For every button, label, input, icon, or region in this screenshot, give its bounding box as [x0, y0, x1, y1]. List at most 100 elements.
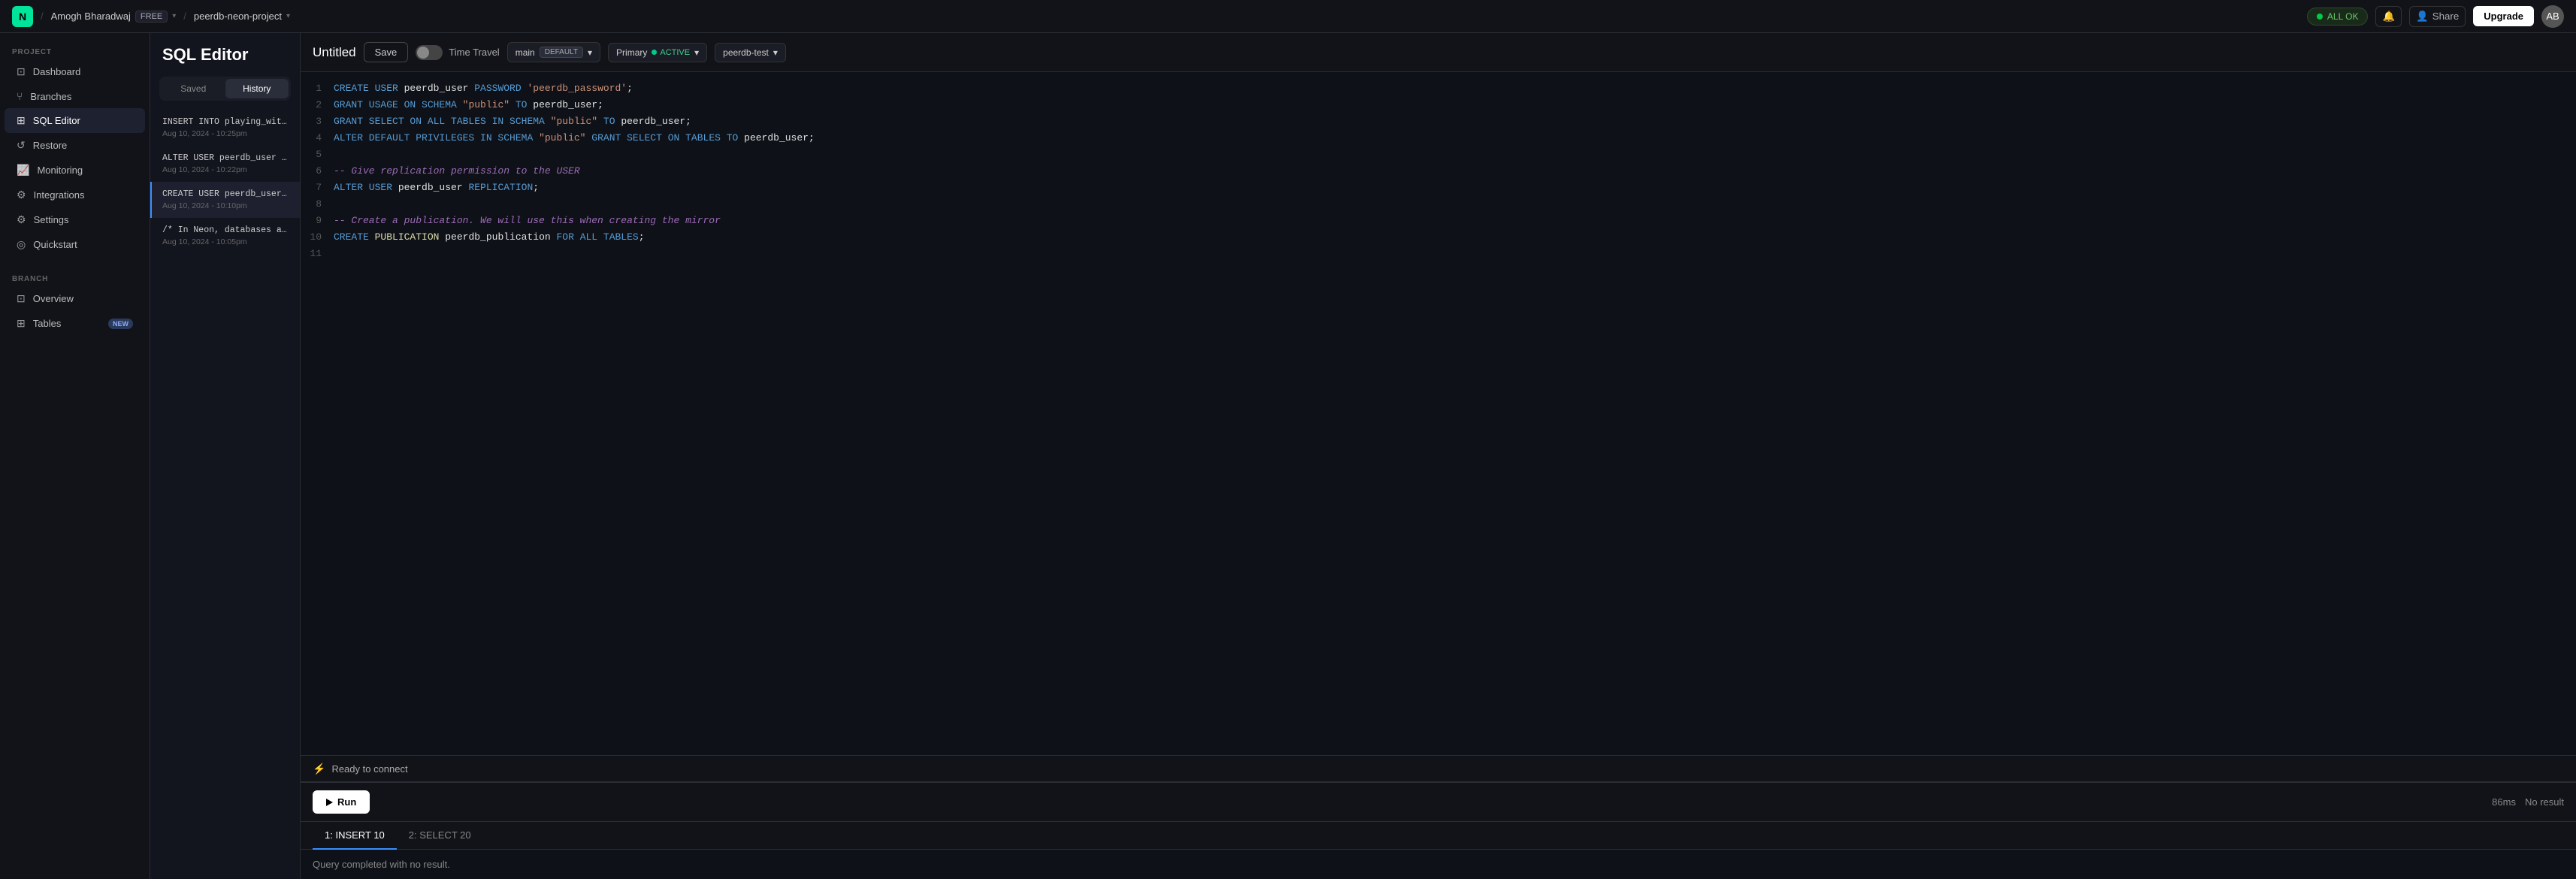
notification-button[interactable]: 🔔 [2375, 6, 2402, 27]
sidebar-item-dashboard[interactable]: ⊡ Dashboard [5, 59, 145, 84]
line-num-11: 11 [301, 246, 334, 262]
result-content: Query completed with no result. [301, 850, 2576, 879]
tables-new-badge: NEW [108, 319, 133, 329]
line-code-11 [334, 246, 340, 262]
result-tab-select[interactable]: 2: SELECT 20 [397, 822, 483, 850]
code-line-7: 7 ALTER USER peerdb_user REPLICATION; [301, 180, 2576, 197]
query-result-text: Query completed with no result. [313, 859, 450, 870]
status-ok-text: ALL OK [2327, 11, 2359, 22]
line-num-10: 10 [301, 230, 334, 246]
code-line-4: 4 ALTER DEFAULT PRIVILEGES IN SCHEMA "pu… [301, 131, 2576, 147]
editor-main: Untitled Save Time Travel main DEFAULT ▾… [301, 33, 2576, 879]
status-bar: ⚡ Ready to connect [301, 755, 2576, 782]
status-ok-dot [2317, 14, 2323, 20]
user-chevron-icon: ▾ [172, 12, 176, 20]
code-line-9: 9 -- Create a publication. We will use t… [301, 213, 2576, 230]
sidebar-item-monitoring[interactable]: 📈 Monitoring [5, 158, 145, 183]
sidebar-item-label: Settings [34, 214, 69, 225]
timing-text: 86ms [2492, 796, 2516, 808]
sidebar-item-tables[interactable]: ⊞ Tables NEW [5, 311, 145, 336]
line-code-4: ALTER DEFAULT PRIVILEGES IN SCHEMA "publ… [334, 131, 815, 146]
history-tab[interactable]: History [225, 79, 289, 98]
tables-icon: ⊞ [17, 317, 26, 330]
branch-selector[interactable]: main DEFAULT ▾ [507, 42, 600, 62]
panel-title: SQL Editor [150, 33, 300, 71]
history-item-date: Aug 10, 2024 - 10:05pm [162, 237, 289, 246]
sidebar: PROJECT ⊡ Dashboard ⑂ Branches ⊞ SQL Edi… [0, 33, 150, 879]
settings-icon: ⚙ [17, 213, 26, 226]
line-num-6: 6 [301, 164, 334, 180]
separator-1: / [41, 11, 44, 22]
line-code-2: GRANT USAGE ON SCHEMA "public" TO peerdb… [334, 98, 603, 113]
history-item-1[interactable]: INSERT INTO playing_wit... Aug 10, 2024 … [150, 110, 300, 146]
line-num-2: 2 [301, 98, 334, 113]
user-breadcrumb[interactable]: Amogh Bharadwaj FREE ▾ [51, 11, 177, 23]
history-item-2[interactable]: ALTER USER peerdb_user ... Aug 10, 2024 … [150, 146, 300, 182]
history-item-date: Aug 10, 2024 - 10:10pm [162, 201, 289, 210]
history-item-title: INSERT INTO playing_wit... [162, 117, 289, 127]
avatar[interactable]: AB [2541, 5, 2564, 28]
sidebar-item-label: Restore [33, 140, 68, 151]
primary-selector[interactable]: Primary ACTIVE ▾ [608, 43, 707, 62]
history-item-3[interactable]: CREATE USER peerdb_user... Aug 10, 2024 … [150, 182, 300, 218]
branch-chevron-icon: ▾ [588, 47, 592, 58]
project-breadcrumb[interactable]: peerdb-neon-project ▾ [194, 11, 290, 22]
sidebar-item-integrations[interactable]: ⚙ Integrations [5, 183, 145, 207]
code-line-5: 5 [301, 147, 2576, 164]
history-panel: SQL Editor Saved History INSERT INTO pla… [150, 33, 301, 879]
code-line-8: 8 [301, 197, 2576, 213]
separator-2: / [183, 11, 186, 22]
share-button[interactable]: 👤 Share [2409, 6, 2466, 27]
line-num-7: 7 [301, 180, 334, 196]
run-button[interactable]: Run [313, 790, 370, 814]
sidebar-item-branches[interactable]: ⑂ Branches [5, 84, 145, 108]
sidebar-item-label: Overview [33, 293, 74, 304]
peer-name: peerdb-test [723, 47, 769, 58]
line-code-6: -- Give replication permission to the US… [334, 164, 580, 180]
monitoring-icon: 📈 [17, 164, 29, 177]
overview-icon: ⊡ [17, 292, 26, 305]
line-num-1: 1 [301, 81, 334, 97]
sidebar-item-sql-editor[interactable]: ⊞ SQL Editor [5, 108, 145, 133]
topbar: N / Amogh Bharadwaj FREE ▾ / peerdb-neon… [0, 0, 2576, 33]
sidebar-item-restore[interactable]: ↺ Restore [5, 133, 145, 158]
history-item-date: Aug 10, 2024 - 10:22pm [162, 165, 289, 174]
project-name: peerdb-neon-project [194, 11, 282, 22]
user-name: Amogh Bharadwaj [51, 11, 131, 22]
line-code-5 [334, 147, 340, 163]
code-line-2: 2 GRANT USAGE ON SCHEMA "public" TO peer… [301, 98, 2576, 114]
saved-tab[interactable]: Saved [162, 79, 225, 98]
results-area: 1: INSERT 10 2: SELECT 20 Query complete… [301, 821, 2576, 879]
sidebar-item-label: Quickstart [33, 239, 77, 250]
line-code-9: -- Create a publication. We will use thi… [334, 213, 721, 229]
result-text: No result [2525, 796, 2564, 808]
time-travel-label: Time Travel [449, 47, 499, 58]
sidebar-item-settings[interactable]: ⚙ Settings [5, 207, 145, 232]
result-tab-insert[interactable]: 1: INSERT 10 [313, 822, 397, 850]
code-editor[interactable]: 1 CREATE USER peerdb_user PASSWORD 'peer… [301, 72, 2576, 755]
branches-icon: ⑂ [17, 90, 23, 102]
code-line-11: 11 [301, 246, 2576, 263]
branch-section-label: BRANCH [0, 266, 150, 286]
project-section-label: PROJECT [0, 39, 150, 59]
history-item-title: CREATE USER peerdb_user... [162, 189, 289, 199]
sidebar-item-label: Tables [33, 318, 62, 329]
code-line-6: 6 -- Give replication permission to the … [301, 164, 2576, 180]
peer-selector[interactable]: peerdb-test ▾ [715, 43, 786, 62]
save-button[interactable]: Save [364, 42, 409, 62]
line-code-7: ALTER USER peerdb_user REPLICATION; [334, 180, 539, 196]
line-num-4: 4 [301, 131, 334, 146]
dashboard-icon: ⊡ [17, 65, 26, 78]
line-num-9: 9 [301, 213, 334, 229]
sidebar-item-overview[interactable]: ⊡ Overview [5, 286, 145, 311]
history-list: INSERT INTO playing_wit... Aug 10, 2024 … [150, 107, 300, 879]
time-travel-toggle[interactable] [416, 45, 443, 60]
toolbar-right: 86ms No result [2492, 796, 2564, 808]
history-item-4[interactable]: /* In Neon, databases a... Aug 10, 2024 … [150, 218, 300, 254]
line-num-3: 3 [301, 114, 334, 130]
code-line-10: 10 CREATE PUBLICATION peerdb_publication… [301, 230, 2576, 246]
play-icon [326, 799, 333, 806]
sidebar-item-quickstart[interactable]: ◎ Quickstart [5, 232, 145, 257]
sidebar-item-label: SQL Editor [33, 115, 80, 126]
upgrade-button[interactable]: Upgrade [2473, 6, 2534, 26]
